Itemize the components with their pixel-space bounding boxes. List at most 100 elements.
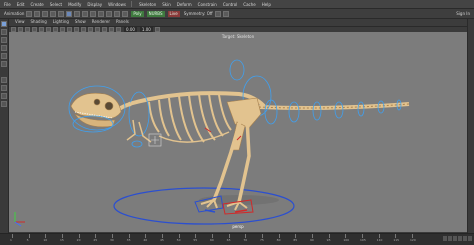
nurbs-badge[interactable]: NURBS [146, 10, 165, 17]
timeline-frame-number: 40 [143, 238, 148, 242]
timeline-frame-number: 90 [310, 238, 314, 242]
play-forward-icon[interactable] [458, 236, 462, 241]
menu-item-cache[interactable]: Cache [243, 2, 255, 7]
render-icon[interactable] [114, 10, 121, 17]
snap-point-icon[interactable] [106, 10, 113, 17]
textured-icon[interactable] [81, 26, 86, 32]
toggle-panel-icon[interactable] [214, 10, 221, 17]
viewport-menu-panels[interactable]: Panels [116, 19, 129, 24]
poly-badge[interactable]: Poly [131, 10, 144, 17]
menu-item-edit[interactable]: Edit [17, 2, 25, 7]
viewport-menu-show[interactable]: Show [75, 19, 86, 24]
bookmark-icon[interactable] [25, 26, 30, 32]
new-scene-icon[interactable] [26, 10, 33, 17]
viewport-menu-lighting[interactable]: Lighting [53, 19, 69, 24]
gate-mask-icon[interactable] [60, 26, 65, 32]
timeline-frame-number: 105 [360, 238, 366, 242]
timeline-tick [12, 234, 13, 238]
camera-attr-icon[interactable] [18, 26, 23, 32]
menu-item-control[interactable]: Control [223, 2, 237, 7]
layout-four-icon[interactable] [1, 85, 7, 91]
undo-icon[interactable] [50, 10, 57, 17]
paint-tool-icon[interactable] [1, 37, 7, 43]
gamma-field[interactable]: 1.00 [139, 26, 153, 32]
mode-selector[interactable]: Animation [4, 11, 24, 16]
menu-item-help[interactable]: Help [262, 2, 271, 7]
paint-select-icon[interactable] [82, 10, 89, 17]
select-tool-icon[interactable] [1, 21, 7, 27]
step-forward-icon[interactable] [463, 236, 467, 241]
timeline-frame-number: 110 [376, 238, 383, 242]
menu-item-select[interactable]: Select [50, 2, 62, 7]
menu-bar: File Edit Create Select Modify Display W… [0, 0, 474, 9]
smooth-shade-icon[interactable] [74, 26, 79, 32]
sign-in-link[interactable]: Sign In [456, 11, 470, 16]
timeline-frame-number: 95 [326, 238, 331, 242]
viewport-menu-renderer[interactable]: Renderer [92, 19, 110, 24]
layout-side-icon[interactable] [1, 93, 7, 99]
lights-icon[interactable] [88, 26, 93, 32]
menu-item-skeleton[interactable]: Skeleton [139, 2, 156, 7]
timeline-frame-number: 65 [226, 238, 231, 242]
timeline-tick [28, 234, 30, 238]
menu-item-create[interactable]: Create [30, 2, 43, 7]
timeline-frame-number: 120 [410, 238, 416, 242]
rotate-tool-icon[interactable] [1, 53, 7, 59]
lasso-tool-icon[interactable] [1, 29, 7, 35]
snap-curve-icon[interactable] [98, 10, 105, 17]
timeline-frame-number: 75 [260, 238, 264, 242]
menu-item-deform[interactable]: Deform [177, 2, 192, 7]
menu-item-display[interactable]: Display [87, 2, 102, 7]
camera-icon[interactable] [11, 26, 16, 32]
go-to-start-icon[interactable] [443, 236, 447, 241]
ipr-render-icon[interactable] [122, 10, 129, 17]
tail-bones [258, 102, 410, 110]
play-backward-icon[interactable] [453, 236, 457, 241]
menu-item-skin[interactable]: Skin [162, 2, 171, 7]
menu-item-constrain[interactable]: Constrain [198, 2, 217, 7]
lasso-tool-icon[interactable] [74, 10, 81, 17]
timeline-frame-number: 30 [110, 238, 114, 242]
exposure-field[interactable]: 0.00 [124, 26, 137, 32]
open-scene-icon[interactable] [34, 10, 41, 17]
image-plane-icon[interactable] [32, 26, 37, 32]
timeline-frame-number: 1 [10, 238, 12, 242]
timeline-frame-number: 55 [193, 238, 198, 242]
shadows-icon[interactable] [95, 26, 100, 32]
select-tool-icon[interactable] [66, 10, 73, 17]
redo-icon[interactable] [58, 10, 65, 17]
floor-control-circle [113, 187, 295, 225]
layout-outliner-icon[interactable] [1, 101, 7, 107]
channel-box-icon[interactable] [222, 10, 229, 17]
resolution-gate-icon[interactable] [53, 26, 58, 32]
grid-icon[interactable] [39, 26, 44, 32]
xray-icon[interactable] [109, 26, 114, 32]
wireframe-icon[interactable] [67, 26, 72, 32]
color-management-icon[interactable] [154, 26, 160, 32]
snap-grid-icon[interactable] [90, 10, 97, 17]
go-to-end-icon[interactable] [468, 236, 472, 241]
menu-item-file[interactable]: File [4, 2, 11, 7]
move-tool-icon[interactable] [1, 45, 7, 51]
viewport-menu-shading[interactable]: Shading [31, 19, 47, 24]
scale-tool-icon[interactable] [1, 61, 7, 67]
menu-item-modify[interactable]: Modify [68, 2, 81, 7]
save-scene-icon[interactable] [42, 10, 49, 17]
time-slider[interactable]: 1 5 10 15 20 25 30 35 40 45 50 55 60 65 70 75 80 85 90 95 10… [0, 233, 474, 245]
step-back-icon[interactable] [448, 236, 452, 241]
menu-item-windows[interactable]: Windows [108, 2, 126, 7]
film-gate-icon[interactable] [46, 26, 51, 32]
tail-controls [264, 99, 402, 125]
symmetry-status[interactable]: Symmetry: Off [184, 11, 213, 16]
timeline-frame-number: 25 [93, 238, 98, 242]
playback-controls [442, 236, 472, 241]
isolate-select-icon[interactable] [116, 26, 121, 32]
viewport-menu-view[interactable]: View [15, 19, 25, 24]
ambient-occlusion-icon[interactable] [102, 26, 107, 32]
timeline-frame-number: 45 [160, 238, 164, 242]
layout-single-icon[interactable] [1, 77, 7, 83]
live-badge[interactable]: Live [167, 10, 180, 17]
timeline-frame-number: 50 [176, 238, 181, 242]
skeleton-scene [14, 59, 410, 227]
perspective-viewport[interactable]: Target: Skeleton persp [9, 32, 467, 232]
